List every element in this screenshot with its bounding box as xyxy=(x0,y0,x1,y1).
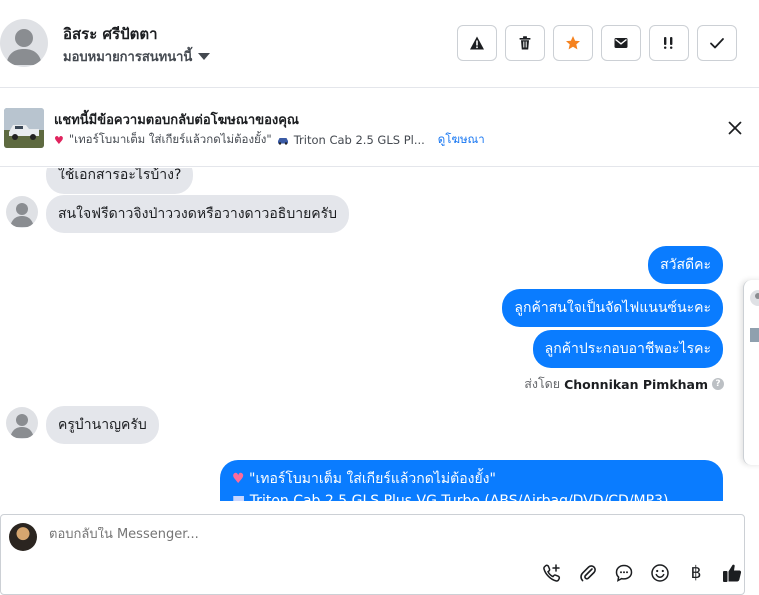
paperclip-icon xyxy=(580,565,596,582)
close-icon xyxy=(728,121,742,135)
phone-plus-icon xyxy=(543,564,561,582)
agent-avatar xyxy=(9,523,37,551)
priority-icon xyxy=(664,37,673,49)
ad-reply-product: Triton Cab 2.5 GLS Plus VG Turbo (ABS/Ai… xyxy=(249,493,669,501)
close-banner-button[interactable] xyxy=(725,118,745,138)
heart-ribbon-icon: ♥ xyxy=(54,133,64,147)
message-thread[interactable]: ใช้เอกสารอะไรบ้าง? สนใจฟรีดาวจิงป่าววงดห… xyxy=(0,168,743,501)
car-icon xyxy=(277,138,288,145)
outgoing-ad-reply-message: ♥ "เทอร์โบมาเต็ม ใส่เกียร์แล้วกดไม่ต้องย… xyxy=(220,460,723,501)
mark-done-button[interactable] xyxy=(697,25,737,61)
ad-product: Triton Cab 2.5 GLS Pl... xyxy=(293,133,425,147)
heart-ribbon-icon: ♥ xyxy=(232,471,245,487)
incoming-message: ครูบำนาญครับ xyxy=(46,406,159,444)
baht-icon: ฿ xyxy=(690,563,702,583)
ad-headline: "เทอร์โบมาเต็ม ใส่เกียร์แล้วกดไม่ต้องยั้… xyxy=(68,132,272,146)
info-icon[interactable]: ? xyxy=(712,378,724,390)
reply-input[interactable] xyxy=(49,527,689,542)
attach-file-button[interactable] xyxy=(576,561,600,585)
ad-banner-details: ♥ "เทอร์โบมาเต็ม ใส่เกียร์แล้วกดไม่ต้องย… xyxy=(54,131,485,149)
collapsed-side-panel[interactable] xyxy=(743,280,759,465)
pickup-truck-image xyxy=(4,108,44,148)
contact-avatar[interactable] xyxy=(0,19,48,67)
chat-bubble-icon xyxy=(615,564,633,582)
assign-conversation-dropdown[interactable]: มอบหมายการสนทนานี้ xyxy=(63,46,211,67)
outgoing-message: ลูกค้าสนใจเป็นจัดไฟแนนซ์นะคะ xyxy=(502,289,723,327)
side-panel-avatar-icon xyxy=(750,290,759,342)
emoji-button[interactable] xyxy=(648,561,672,585)
default-avatar-icon xyxy=(6,29,42,65)
mark-unread-button[interactable] xyxy=(601,25,641,61)
envelope-icon xyxy=(614,38,628,48)
sent-by-name: Chonnikan Pimkham xyxy=(564,376,708,392)
star-button[interactable] xyxy=(553,25,593,61)
smiley-icon xyxy=(651,564,669,582)
header-actions xyxy=(457,25,737,61)
default-avatar-icon xyxy=(10,203,34,227)
car-icon: ■ xyxy=(232,493,246,501)
default-avatar-icon xyxy=(10,414,34,438)
assign-label: มอบหมายการสนทนานี้ xyxy=(63,50,193,65)
reply-composer: ฿ xyxy=(0,514,745,595)
composer-tools: ฿ xyxy=(540,561,744,585)
follow-up-button[interactable] xyxy=(649,25,689,61)
warning-icon xyxy=(470,36,484,50)
check-icon xyxy=(710,38,724,49)
ad-thumbnail[interactable] xyxy=(4,108,44,148)
ad-reply-line-2: ■ Triton Cab 2.5 GLS Plus VG Turbo (ABS/… xyxy=(232,490,711,501)
outgoing-message: สวัสดีคะ xyxy=(648,246,723,284)
payment-button[interactable]: ฿ xyxy=(684,561,708,585)
incoming-message: ใช้เอกสารอะไรบ้าง? xyxy=(46,168,194,194)
outgoing-message: ลูกค้าประกอบอาชีพอะไรคะ xyxy=(532,330,723,368)
sender-avatar xyxy=(6,196,38,228)
sender-avatar xyxy=(6,407,38,439)
conversation-header: อิสระ ศรีปัตตา มอบหมายการสนทนานี้ xyxy=(0,0,759,88)
sent-by-label: ส่งโดย Chonnikan Pimkham ? xyxy=(524,374,724,394)
caret-down-icon xyxy=(198,53,211,60)
ad-banner-title: แชทนี้มีข้อความตอบกลับต่อโฆษณาของคุณ xyxy=(54,113,299,128)
incoming-message: สนใจฟรีดาวจิงป่าววงดหรือวางดาวอธิบายครับ xyxy=(46,195,350,233)
report-spam-button[interactable] xyxy=(457,25,497,61)
ad-reply-headline: "เทอร์โบมาเต็ม ใส่เกียร์แล้วกดไม่ต้องยั้… xyxy=(249,471,496,487)
sent-by-prefix: ส่งโดย xyxy=(524,376,561,391)
trash-icon xyxy=(519,36,531,50)
thumbs-up-icon xyxy=(723,564,742,582)
saved-replies-button[interactable] xyxy=(612,561,636,585)
contact-name[interactable]: อิสระ ศรีปัตตา xyxy=(63,22,158,46)
like-button[interactable] xyxy=(720,561,744,585)
delete-button[interactable] xyxy=(505,25,545,61)
ad-reply-banner: แชทนี้มีข้อความตอบกลับต่อโฆษณาของคุณ ♥ "… xyxy=(0,88,759,167)
call-button[interactable] xyxy=(540,561,564,585)
ad-reply-line-1: ♥ "เทอร์โบมาเต็ม ใส่เกียร์แล้วกดไม่ต้องย… xyxy=(232,468,711,490)
star-icon xyxy=(566,36,580,50)
view-ad-link[interactable]: ดูโฆษณา xyxy=(438,131,485,149)
